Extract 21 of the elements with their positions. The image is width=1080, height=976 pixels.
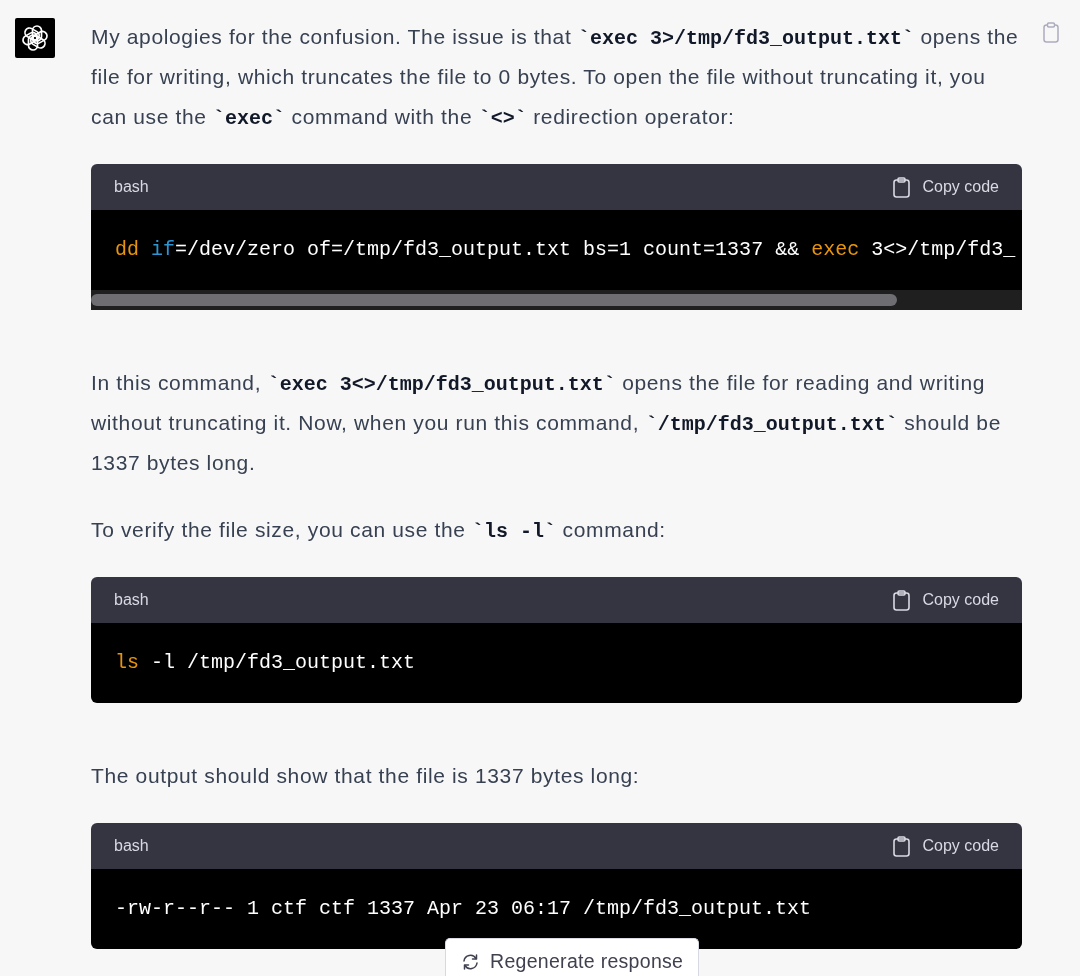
scrollbar-thumb[interactable] [91, 294, 897, 306]
copy-code-button[interactable]: Copy code [892, 176, 999, 198]
refresh-icon [462, 954, 479, 970]
regenerate-response-button[interactable]: Regenerate response [445, 938, 699, 976]
message-paragraph: In this command, `exec 3<>/tmp/fd3_output.txt` opens the file for reading and writing without truncating it. Now, when you run this command, `/tmp/fd3_output.txt` should be 1337 bytes long. [91, 370, 1002, 476]
message-paragraph: The output should show that the file is 1337 bytes long: [91, 763, 641, 789]
clipboard-icon[interactable] [1043, 22, 1059, 43]
code-line: ls -l /tmp/fd3_output.txt [115, 651, 416, 675]
clipboard-icon [892, 835, 910, 857]
language-label: bash [114, 591, 149, 609]
clipboard-icon [892, 589, 910, 611]
message-paragraph: My apologies for the confusion. The issue is that `exec 3>/tmp/fd3_output.txt` opens the file for writing, which truncates the file to 0 bytes. To open the file without truncating it, you can use the `exec` command with the `<>` redirection operator: [91, 24, 1020, 132]
copy-code-button[interactable]: Copy code [892, 589, 999, 611]
message-paragraph: To verify the file size, you can use the `ls -l` command: [91, 517, 667, 545]
clipboard-icon [892, 176, 910, 198]
code-line: -rw-r--r-- 1 ctf ctf 1337 Apr 23 06:17 /tmp/fd3_output.txt [115, 897, 812, 921]
copy-code-button[interactable]: Copy code [892, 835, 999, 857]
language-label: bash [114, 178, 149, 196]
language-label: bash [114, 837, 149, 855]
avatar-logo-icon [15, 18, 55, 58]
code-line: dd if=/dev/zero of=/tmp/fd3_output.txt bs=1 count=1337 && exec 3<>/tmp/fd3_ [115, 238, 1016, 262]
